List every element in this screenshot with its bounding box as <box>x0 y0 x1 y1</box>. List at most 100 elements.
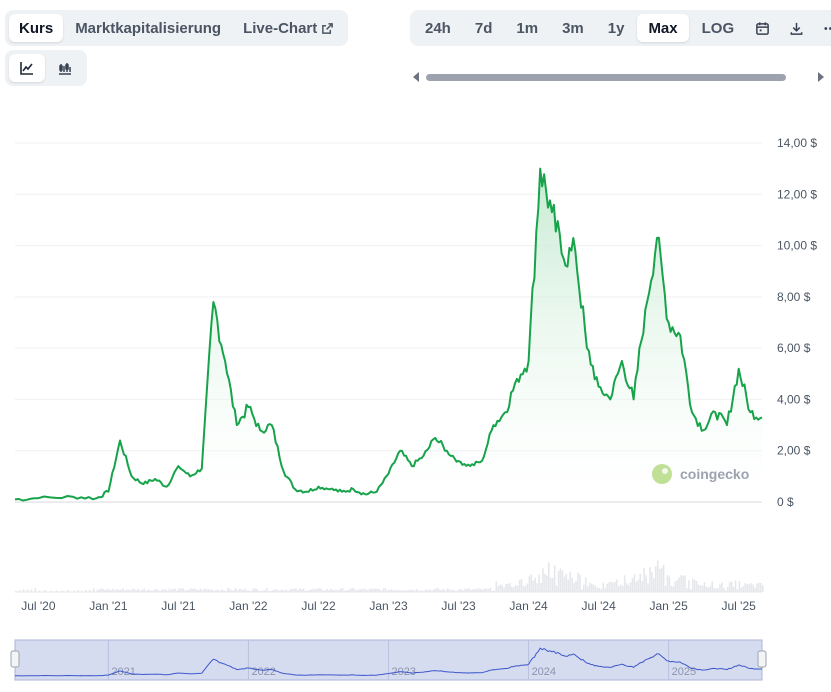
volume-bar <box>742 586 745 592</box>
volume-bar <box>627 585 630 592</box>
volume-bar <box>363 588 365 592</box>
volume-bar <box>705 586 708 592</box>
volume-bar <box>684 575 686 592</box>
x-tick-label: Jan '22 <box>229 599 268 613</box>
y-axis-labels: 0 $ 2,00 $ 4,00 $ 6,00 $ 8,00 $ 10,00 $ 12,00 … <box>777 136 817 509</box>
volume-bar <box>131 588 134 592</box>
x-tick-label: Jan '25 <box>649 599 688 613</box>
volume-bar <box>688 580 690 592</box>
volume-bar <box>664 586 667 592</box>
x-tick-label: Jan '21 <box>89 599 128 613</box>
volume-bar <box>610 581 612 592</box>
navigator-year-label: 2022 <box>251 666 275 678</box>
volume-bar <box>726 586 729 592</box>
y-tick-label: 8,00 $ <box>777 290 811 304</box>
navigator[interactable]: 2021 2022 2023 2024 2025 <box>10 639 767 681</box>
volume-bar <box>509 583 511 592</box>
x-tick-label: Jul '24 <box>581 599 616 613</box>
volume-bar <box>551 578 554 592</box>
volume-bar <box>557 570 560 592</box>
y-tick-label: 14,00 $ <box>777 136 817 150</box>
volume-bar <box>569 571 572 592</box>
volume-bar <box>619 584 622 592</box>
navigator-left-handle[interactable] <box>10 650 20 668</box>
volume-bar <box>592 584 595 592</box>
volume-bar <box>193 588 196 592</box>
volume-bar <box>691 578 694 592</box>
x-tick-label: Jan '23 <box>369 599 408 613</box>
volume-bar <box>744 583 747 592</box>
volume-bar <box>489 588 492 592</box>
volume-bar <box>520 579 523 592</box>
volume-bar <box>544 573 546 592</box>
y-tick-label: 6,00 $ <box>777 341 811 355</box>
volume-bar <box>477 588 480 592</box>
volume-bar <box>503 587 505 592</box>
navigator-year-label: 2025 <box>672 666 696 678</box>
watermark-text: coingecko <box>680 466 749 482</box>
volume-bar <box>656 560 659 592</box>
volume-bar <box>577 572 579 592</box>
volume-bar <box>752 584 754 592</box>
volume-bar <box>182 588 184 592</box>
volume-bar <box>701 585 704 592</box>
volume-bar <box>614 581 616 592</box>
volume-bar <box>501 584 503 592</box>
volume-bar <box>516 585 519 592</box>
volume-bar <box>299 588 301 592</box>
x-tick-label: Jul '22 <box>301 599 336 613</box>
volume-bar <box>649 567 651 592</box>
volume-bar <box>738 581 741 592</box>
navigator-year-label: 2024 <box>532 666 556 678</box>
volume-bar <box>295 588 297 592</box>
volume-bar <box>621 586 624 592</box>
volume-bar <box>532 580 535 592</box>
volume-bar <box>100 588 103 592</box>
volume-bar <box>713 588 715 592</box>
volume-bar <box>760 582 762 592</box>
volume-bar <box>549 577 552 592</box>
volume-bar <box>695 581 698 592</box>
volume-bar <box>548 562 550 592</box>
price-chart[interactable]: 0 $ 2,00 $ 4,00 $ 6,00 $ 8,00 $ 10,00 $ 12,00 … <box>0 0 831 692</box>
volume-bar <box>583 584 585 592</box>
volume-bar <box>563 576 566 592</box>
volume-bar <box>584 577 587 592</box>
volume-bar <box>199 588 202 592</box>
volume-bar <box>384 588 387 592</box>
volume-bar <box>435 588 437 592</box>
volume-bar <box>555 585 558 592</box>
volume-bar <box>598 588 601 592</box>
volume-bar <box>553 565 556 592</box>
volume-bar <box>676 579 679 592</box>
volume-bar <box>719 584 721 592</box>
volume-bar <box>707 587 710 592</box>
volume-bar <box>586 586 589 592</box>
volume-bar <box>608 582 610 592</box>
volume-bar <box>668 576 671 592</box>
volume-bar <box>639 573 642 592</box>
volume-bar <box>464 588 466 592</box>
volume-bar <box>227 588 229 592</box>
volume-bar <box>511 586 513 592</box>
volume-bar <box>728 582 731 592</box>
volume-bar <box>623 575 626 592</box>
volume-bar <box>723 588 725 592</box>
volume-bar <box>559 568 562 592</box>
volume-bar <box>92 588 95 592</box>
volume-bar <box>625 583 628 592</box>
volume-bar <box>662 564 665 592</box>
volume-bar <box>594 586 597 592</box>
volume-bar <box>561 570 564 592</box>
navigator-right-handle[interactable] <box>757 650 767 668</box>
volume-bar <box>495 581 498 592</box>
volume-bar <box>672 586 675 592</box>
volume-bar <box>734 580 737 592</box>
volume-bar <box>602 582 605 592</box>
volume-bar <box>653 578 655 592</box>
volume-bar <box>604 588 607 592</box>
volume-bar <box>682 575 684 592</box>
volume-bar <box>693 579 696 592</box>
volume-bar <box>542 568 544 592</box>
volume-bar <box>651 572 653 592</box>
